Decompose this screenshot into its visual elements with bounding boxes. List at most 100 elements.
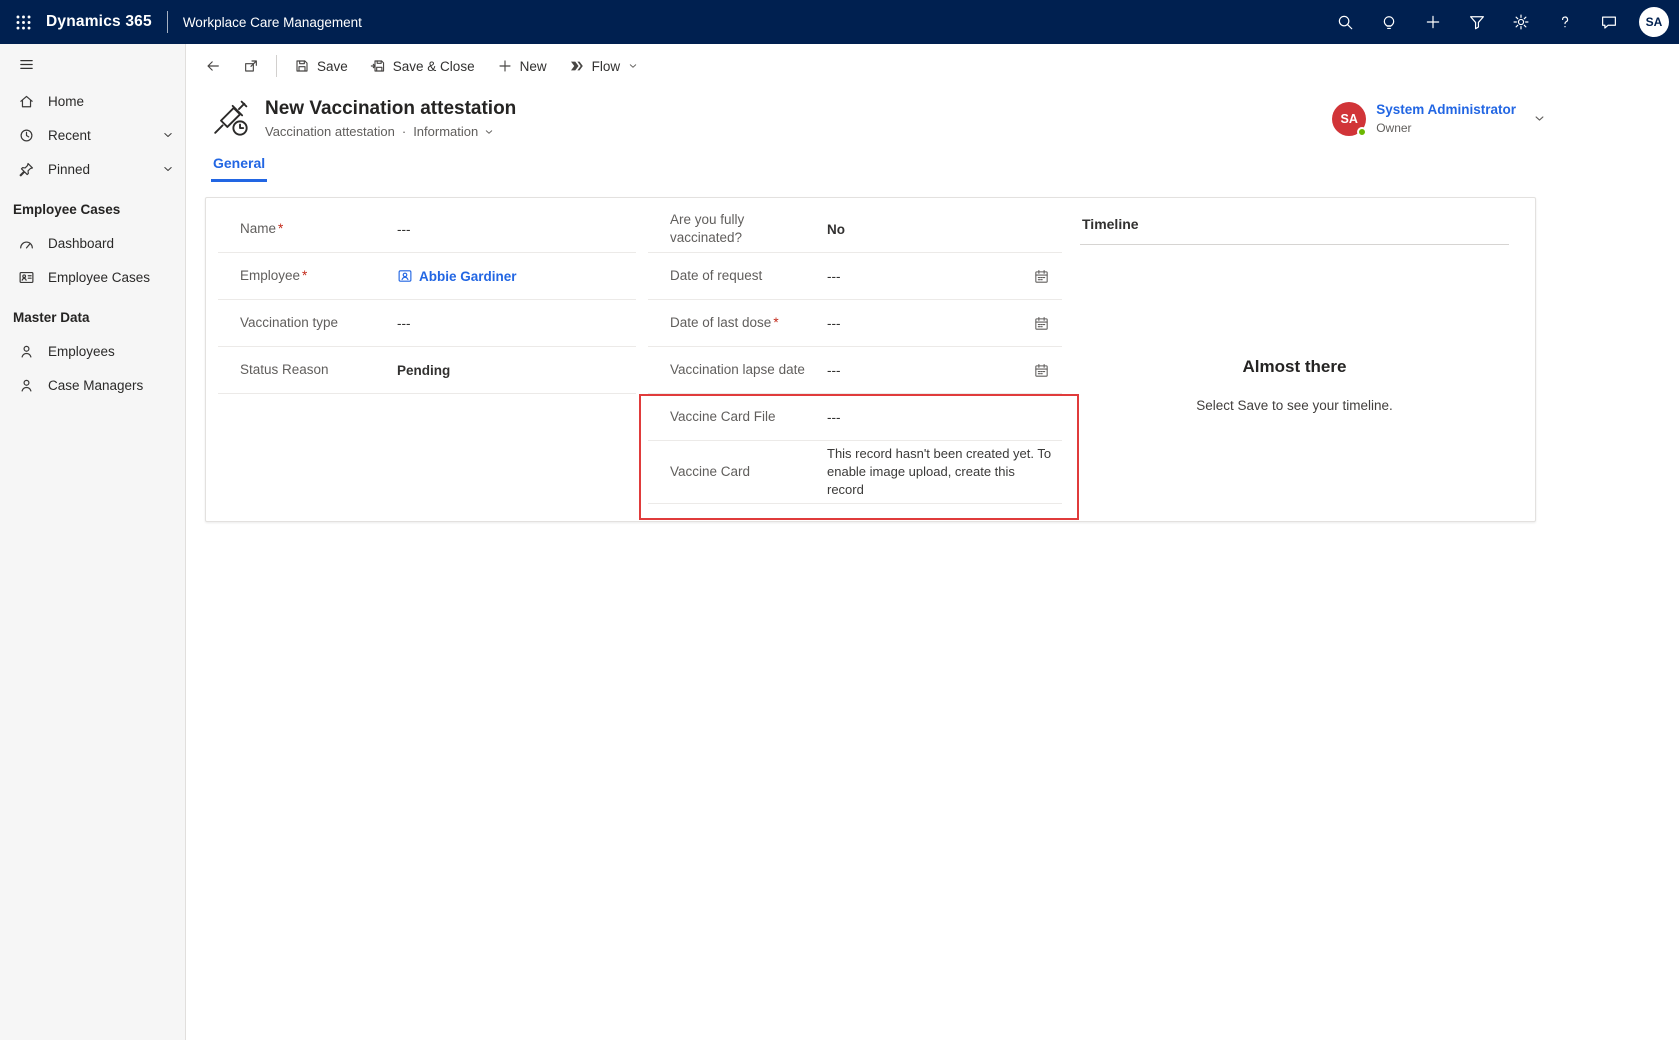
field-row-employee: Employee* Abbie Gardiner xyxy=(218,253,636,300)
commandbar-divider xyxy=(276,55,277,77)
chevron-down-icon xyxy=(1532,111,1547,126)
chevron-down-icon xyxy=(161,162,175,176)
presence-indicator xyxy=(1357,127,1367,137)
sidebar-item-label: Dashboard xyxy=(48,236,114,251)
required-marker: * xyxy=(278,221,283,236)
form-selector[interactable]: Information xyxy=(413,124,495,139)
app-name[interactable]: Workplace Care Management xyxy=(183,15,362,30)
settings-button[interactable] xyxy=(1499,0,1543,44)
insights-button[interactable] xyxy=(1367,0,1411,44)
field-label: Vaccination lapse date xyxy=(670,361,827,379)
save-button[interactable]: Save xyxy=(283,49,359,83)
contact-lookup-icon xyxy=(397,268,413,284)
date-picker-button[interactable] xyxy=(1033,362,1050,379)
form-tabs: General xyxy=(186,151,1679,182)
syringe-icon xyxy=(211,99,251,139)
sidebar-item-case-managers[interactable]: Case Managers xyxy=(0,368,185,402)
field-label: Date of request xyxy=(670,267,827,285)
form-column-left: Name* --- Employee* Abbie Gardiner Vacci… xyxy=(218,206,636,394)
flow-icon xyxy=(569,58,585,74)
sidebar-item-label: Employees xyxy=(48,344,115,359)
field-row-vaccination-type: Vaccination type --- xyxy=(218,300,636,347)
calendar-icon xyxy=(1033,362,1050,379)
filter-button[interactable] xyxy=(1455,0,1499,44)
app-launcher-button[interactable] xyxy=(0,0,46,44)
field-value-name[interactable]: --- xyxy=(397,222,411,237)
new-button[interactable]: New xyxy=(486,49,558,83)
dashboard-icon xyxy=(18,235,35,252)
field-label: Vaccination type xyxy=(240,314,397,332)
date-picker-button[interactable] xyxy=(1033,268,1050,285)
field-value-vaccine-card-file[interactable]: --- xyxy=(827,410,841,425)
help-button[interactable] xyxy=(1543,0,1587,44)
field-label: Name* xyxy=(240,220,397,238)
field-value-vaccination-type[interactable]: --- xyxy=(397,316,411,331)
page-title: New Vaccination attestation xyxy=(265,98,516,120)
required-marker: * xyxy=(773,315,778,330)
clock-icon xyxy=(18,127,35,144)
chevron-down-icon xyxy=(483,126,495,138)
field-value-date-of-request[interactable]: --- xyxy=(827,269,841,284)
sidebar-item-home[interactable]: Home xyxy=(0,84,185,118)
plus-icon xyxy=(497,58,513,74)
field-row-fully-vaccinated: Are you fully vaccinated? No xyxy=(648,206,1062,253)
owner-avatar-initials: SA xyxy=(1341,112,1358,126)
flow-button-label: Flow xyxy=(592,59,621,74)
field-value-vaccination-lapse-date[interactable]: --- xyxy=(827,363,841,378)
field-row-name: Name* --- xyxy=(218,206,636,253)
date-picker-button[interactable] xyxy=(1033,315,1050,332)
back-button[interactable] xyxy=(194,49,232,83)
save-and-close-button-label: Save & Close xyxy=(393,59,475,74)
sitemap-toggle-button[interactable] xyxy=(18,56,35,73)
save-button-label: Save xyxy=(317,59,348,74)
field-label: Status Reason xyxy=(240,361,397,379)
chevron-down-icon xyxy=(161,128,175,142)
sidebar-item-pinned[interactable]: Pinned xyxy=(0,152,185,186)
popout-button[interactable] xyxy=(232,49,270,83)
quick-create-button[interactable] xyxy=(1411,0,1455,44)
sidebar-item-label: Recent xyxy=(48,128,91,143)
field-row-vaccine-card-file: Vaccine Card File --- xyxy=(648,394,1062,441)
topbar-divider xyxy=(167,11,168,33)
home-icon xyxy=(18,93,35,110)
person-icon xyxy=(18,377,35,394)
feedback-button[interactable] xyxy=(1587,0,1631,44)
field-value-status-reason[interactable]: Pending xyxy=(397,363,450,378)
topbar-avatar-initials: SA xyxy=(1646,15,1663,29)
field-row-vaccine-card: Vaccine Card This record hasn't been cre… xyxy=(648,441,1062,504)
field-label: Date of last dose* xyxy=(670,314,827,332)
timeline-empty-message: Select Save to see your timeline. xyxy=(1080,398,1509,413)
field-value-vaccine-card: This record hasn't been created yet. To … xyxy=(827,445,1054,499)
tab-general[interactable]: General xyxy=(211,151,267,182)
field-value-fully-vaccinated[interactable]: No xyxy=(827,222,845,237)
sidebar-item-recent[interactable]: Recent xyxy=(0,118,185,152)
owner-name-link[interactable]: System Administrator xyxy=(1376,102,1516,118)
pin-icon xyxy=(18,161,35,178)
plus-icon xyxy=(1424,13,1442,31)
sidebar-item-employee-cases[interactable]: Employee Cases xyxy=(0,260,185,294)
contact-card-icon xyxy=(18,269,35,286)
field-label: Employee* xyxy=(240,267,397,285)
hamburger-icon xyxy=(18,56,35,73)
sidebar-section-master-data: Master Data xyxy=(0,294,185,334)
header-expand-button[interactable] xyxy=(1532,111,1547,126)
sidebar-section-employee-cases: Employee Cases xyxy=(0,186,185,226)
command-bar: Save Save & Close New Flow xyxy=(186,44,1679,88)
field-row-vaccination-lapse-date: Vaccination lapse date --- xyxy=(648,347,1062,394)
sidebar-item-label: Employee Cases xyxy=(48,270,150,285)
field-label: Are you fully vaccinated? xyxy=(670,211,827,247)
owner-field[interactable]: SA System Administrator Owner xyxy=(1332,102,1516,136)
save-and-close-button[interactable]: Save & Close xyxy=(359,49,486,83)
person-icon xyxy=(18,343,35,360)
account-menu-button[interactable]: SA xyxy=(1639,7,1669,37)
timeline-empty-heading: Almost there xyxy=(1080,357,1509,377)
dynamics-brand[interactable]: Dynamics 365 xyxy=(46,13,152,31)
waffle-icon xyxy=(15,14,32,31)
flow-button[interactable]: Flow xyxy=(558,49,651,83)
sidebar-item-employees[interactable]: Employees xyxy=(0,334,185,368)
search-button[interactable] xyxy=(1323,0,1367,44)
field-row-status-reason: Status Reason Pending xyxy=(218,347,636,394)
sidebar-item-dashboard[interactable]: Dashboard xyxy=(0,226,185,260)
employee-lookup-link[interactable]: Abbie Gardiner xyxy=(397,268,517,284)
field-value-date-of-last-dose[interactable]: --- xyxy=(827,316,841,331)
